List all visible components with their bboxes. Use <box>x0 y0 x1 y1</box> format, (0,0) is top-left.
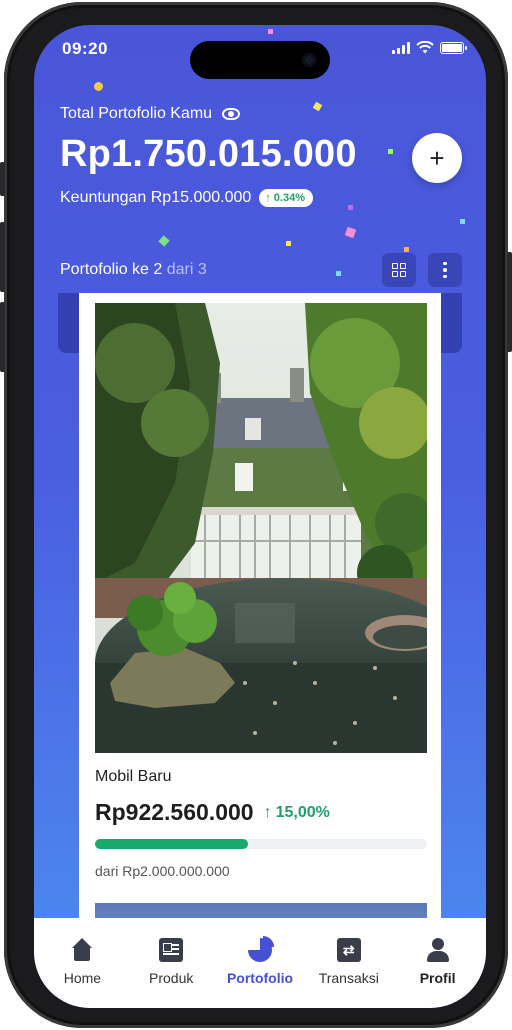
tab-portofolio-label: Portofolio <box>226 970 294 986</box>
total-portfolio-label: Total Portofolio Kamu <box>60 105 241 123</box>
wifi-icon <box>416 41 434 54</box>
bottom-tab-bar: Home Produk Portofolio ⇄ Transaksi Profi… <box>34 918 486 1008</box>
tab-portofolio[interactable]: Portofolio <box>216 918 305 1008</box>
portfolio-title: Mobil Baru <box>95 768 172 785</box>
portfolio-total: dari 3 <box>166 261 207 278</box>
tab-home[interactable]: Home <box>38 918 127 1008</box>
confetti-decoration <box>336 271 341 276</box>
portfolio-current: Portofolio ke 2 <box>60 261 163 278</box>
product-icon <box>159 938 184 962</box>
battery-icon <box>440 41 467 54</box>
grid-icon <box>392 263 406 277</box>
tab-home-label: Home <box>63 970 102 986</box>
total-portfolio-text: Total Portofolio Kamu <box>60 105 213 122</box>
portfolio-gain: ↑ 15,00% <box>264 804 330 822</box>
confetti-decoration <box>268 29 273 34</box>
screen: 09:20 Total Portofolio Kamu Rp1.750.015.… <box>34 25 486 1008</box>
eye-icon[interactable] <box>222 108 241 120</box>
portfolio-card[interactable]: Mobil Baru Rp922.560.000 ↑ 15,00% dari R… <box>79 293 441 953</box>
profit-row: Keuntungan Rp15.000.000 ↑ 0.34% <box>60 189 313 207</box>
volume-up-button <box>0 222 5 292</box>
power-button <box>507 252 512 352</box>
portfolio-value-row: Rp922.560.000 ↑ 15,00% <box>95 799 330 826</box>
add-portfolio-button[interactable]: + <box>412 133 462 183</box>
grid-view-button[interactable] <box>382 253 416 287</box>
tab-profil[interactable]: Profil <box>393 918 482 1008</box>
tab-transaksi[interactable]: ⇄ Transaksi <box>304 918 393 1008</box>
tab-produk[interactable]: Produk <box>127 918 216 1008</box>
portfolio-target: dari Rp2.000.000.000 <box>95 863 230 879</box>
portfolio-progress-fill <box>95 839 248 849</box>
total-portfolio-amount: Rp1.750.015.000 <box>60 133 357 175</box>
confetti-decoration <box>388 149 393 154</box>
confetti-decoration <box>94 82 103 91</box>
home-icon <box>70 938 94 962</box>
confetti-decoration <box>460 219 465 224</box>
action-button <box>0 162 5 196</box>
profit-badge: ↑ 0.34% <box>259 189 313 207</box>
phone-frame: 09:20 Total Portofolio Kamu Rp1.750.015.… <box>0 2 512 1028</box>
portfolio-gain-percent: 15,00% <box>275 803 330 821</box>
signal-icon <box>392 41 410 54</box>
more-vertical-icon <box>443 261 447 279</box>
portfolio-index: Portofolio ke 2 dari 3 <box>60 261 207 279</box>
confetti-decoration <box>158 235 170 247</box>
more-options-button[interactable] <box>428 253 462 287</box>
pie-chart-icon <box>247 936 274 962</box>
tab-transaksi-label: Transaksi <box>318 970 379 986</box>
portfolio-value: Rp922.560.000 <box>95 799 254 825</box>
portfolio-progress-bar <box>95 839 427 849</box>
profit-percent: 0.34% <box>273 192 305 204</box>
confetti-decoration <box>348 205 353 210</box>
status-icons <box>392 41 467 54</box>
profile-icon <box>426 938 450 962</box>
profit-label: Keuntungan Rp15.000.000 <box>60 189 252 206</box>
confetti-decoration <box>312 101 323 112</box>
camera-icon <box>302 53 316 67</box>
volume-down-button <box>0 302 5 372</box>
arrow-up-icon: ↑ <box>263 803 272 821</box>
transfer-icon: ⇄ <box>336 938 361 962</box>
portfolio-image <box>95 303 427 753</box>
confetti-decoration <box>286 241 291 246</box>
status-time: 09:20 <box>62 39 108 58</box>
confetti-decoration <box>404 247 409 252</box>
confetti-decoration <box>344 226 357 239</box>
tab-produk-label: Produk <box>149 970 194 986</box>
arrow-up-icon: ↑ <box>265 192 271 204</box>
dynamic-island <box>190 41 330 79</box>
tab-profil-label: Profil <box>419 970 456 986</box>
